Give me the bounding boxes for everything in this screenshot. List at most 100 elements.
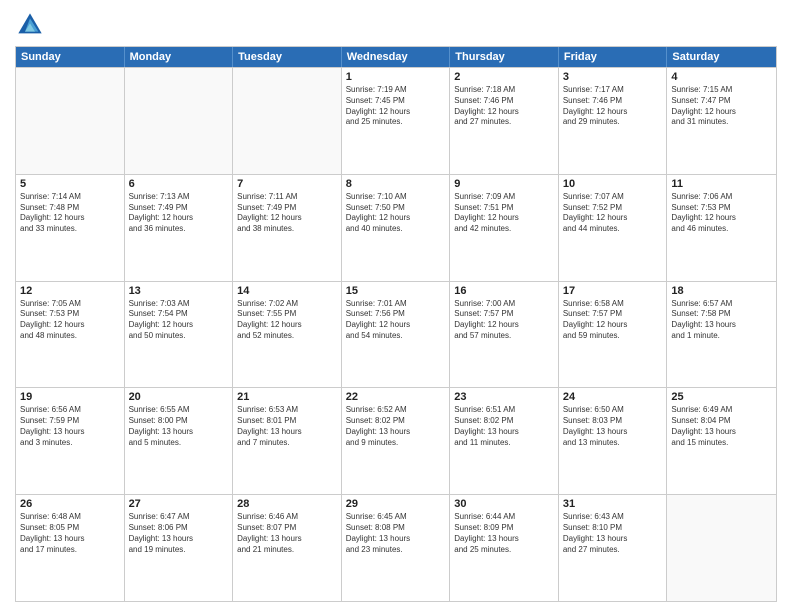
day-number: 19 <box>20 391 120 403</box>
cell-info: Sunrise: 6:51 AM Sunset: 8:02 PM Dayligh… <box>454 405 554 448</box>
day-cell-24: 24 Sunrise: 6:50 AM Sunset: 8:03 PM Dayli… <box>559 388 668 494</box>
day-number: 30 <box>454 498 554 510</box>
weekday-header-friday: Friday <box>559 47 668 67</box>
day-number: 22 <box>346 391 446 403</box>
day-cell-11: 11Sunrise: 7:06 AM Sunset: 7:53 PM Dayli… <box>667 175 776 281</box>
day-number: 23 <box>454 391 554 403</box>
day-cell-28: 28Sunrise: 6:46 AM Sunset: 8:07 PM Dayli… <box>233 495 342 601</box>
day-number: 15 <box>346 285 446 297</box>
day-cell-9: 9Sunrise: 7:09 AM Sunset: 7:51 PM Daylig… <box>450 175 559 281</box>
day-cell-12: 12 Sunrise: 7:05 AM Sunset: 7:53 PM Dayli… <box>16 282 125 388</box>
day-cell-5: 5 Sunrise: 7:14 AM Sunset: 7:48 PM Daylig… <box>16 175 125 281</box>
week-row-1: 1 Sunrise: 7:19 AM Sunset: 7:45 PM Daylig… <box>16 67 776 174</box>
day-number: 31 <box>563 498 663 510</box>
day-cell-29: 29 Sunrise: 6:45 AM Sunset: 8:08 PM Dayli… <box>342 495 451 601</box>
cell-info: Sunrise: 6:57 AM Sunset: 7:58 PM Dayligh… <box>671 299 772 342</box>
cell-info: Sunrise: 6:52 AM Sunset: 8:02 PM Dayligh… <box>346 405 446 448</box>
weekday-header-sunday: Sunday <box>16 47 125 67</box>
week-row-4: 19 Sunrise: 6:56 AM Sunset: 7:59 PM Dayli… <box>16 387 776 494</box>
day-number: 5 <box>20 178 120 190</box>
day-number: 17 <box>563 285 663 297</box>
cell-info: Sunrise: 6:55 AM Sunset: 8:00 PM Dayligh… <box>129 405 229 448</box>
cell-info: Sunrise: 7:03 AM Sunset: 7:54 PM Dayligh… <box>129 299 229 342</box>
day-number: 28 <box>237 498 337 510</box>
cell-info: Sunrise: 7:13 AM Sunset: 7:49 PM Dayligh… <box>129 192 229 235</box>
day-cell-16: 16 Sunrise: 7:00 AM Sunset: 7:57 PM Dayli… <box>450 282 559 388</box>
cell-info: Sunrise: 7:18 AM Sunset: 7:46 PM Dayligh… <box>454 85 554 128</box>
day-cell-21: 21Sunrise: 6:53 AM Sunset: 8:01 PM Dayli… <box>233 388 342 494</box>
weekday-header-thursday: Thursday <box>450 47 559 67</box>
cell-info: Sunrise: 6:56 AM Sunset: 7:59 PM Dayligh… <box>20 405 120 448</box>
day-cell-17: 17 Sunrise: 6:58 AM Sunset: 7:57 PM Dayli… <box>559 282 668 388</box>
cell-info: Sunrise: 6:49 AM Sunset: 8:04 PM Dayligh… <box>671 405 772 448</box>
cell-info: Sunrise: 6:44 AM Sunset: 8:09 PM Dayligh… <box>454 512 554 555</box>
day-number: 4 <box>671 71 772 83</box>
day-number: 16 <box>454 285 554 297</box>
day-number: 12 <box>20 285 120 297</box>
day-number: 9 <box>454 178 554 190</box>
day-number: 7 <box>237 178 337 190</box>
cell-info: Sunrise: 6:47 AM Sunset: 8:06 PM Dayligh… <box>129 512 229 555</box>
day-cell-20: 20Sunrise: 6:55 AM Sunset: 8:00 PM Dayli… <box>125 388 234 494</box>
day-number: 18 <box>671 285 772 297</box>
cell-info: Sunrise: 6:53 AM Sunset: 8:01 PM Dayligh… <box>237 405 337 448</box>
day-number: 14 <box>237 285 337 297</box>
day-number: 8 <box>346 178 446 190</box>
day-cell-14: 14 Sunrise: 7:02 AM Sunset: 7:55 PM Dayli… <box>233 282 342 388</box>
cell-info: Sunrise: 7:00 AM Sunset: 7:57 PM Dayligh… <box>454 299 554 342</box>
day-cell-15: 15 Sunrise: 7:01 AM Sunset: 7:56 PM Dayli… <box>342 282 451 388</box>
day-cell-23: 23 Sunrise: 6:51 AM Sunset: 8:02 PM Dayli… <box>450 388 559 494</box>
empty-cell <box>125 68 234 174</box>
cell-info: Sunrise: 7:15 AM Sunset: 7:47 PM Dayligh… <box>671 85 772 128</box>
day-cell-19: 19 Sunrise: 6:56 AM Sunset: 7:59 PM Dayli… <box>16 388 125 494</box>
day-cell-30: 30 Sunrise: 6:44 AM Sunset: 8:09 PM Dayli… <box>450 495 559 601</box>
header <box>15 10 777 40</box>
cell-info: Sunrise: 7:11 AM Sunset: 7:49 PM Dayligh… <box>237 192 337 235</box>
day-cell-22: 22 Sunrise: 6:52 AM Sunset: 8:02 PM Dayli… <box>342 388 451 494</box>
cell-info: Sunrise: 7:07 AM Sunset: 7:52 PM Dayligh… <box>563 192 663 235</box>
day-number: 24 <box>563 391 663 403</box>
week-row-2: 5 Sunrise: 7:14 AM Sunset: 7:48 PM Daylig… <box>16 174 776 281</box>
day-cell-1: 1 Sunrise: 7:19 AM Sunset: 7:45 PM Daylig… <box>342 68 451 174</box>
day-number: 1 <box>346 71 446 83</box>
day-number: 6 <box>129 178 229 190</box>
cell-info: Sunrise: 7:05 AM Sunset: 7:53 PM Dayligh… <box>20 299 120 342</box>
cell-info: Sunrise: 6:58 AM Sunset: 7:57 PM Dayligh… <box>563 299 663 342</box>
day-cell-6: 6 Sunrise: 7:13 AM Sunset: 7:49 PM Daylig… <box>125 175 234 281</box>
cell-info: Sunrise: 7:06 AM Sunset: 7:53 PM Dayligh… <box>671 192 772 235</box>
day-cell-8: 8 Sunrise: 7:10 AM Sunset: 7:50 PM Daylig… <box>342 175 451 281</box>
week-row-5: 26 Sunrise: 6:48 AM Sunset: 8:05 PM Dayli… <box>16 494 776 601</box>
day-cell-7: 7 Sunrise: 7:11 AM Sunset: 7:49 PM Daylig… <box>233 175 342 281</box>
logo-icon <box>15 10 45 40</box>
empty-cell <box>233 68 342 174</box>
cell-info: Sunrise: 7:02 AM Sunset: 7:55 PM Dayligh… <box>237 299 337 342</box>
day-cell-2: 2 Sunrise: 7:18 AM Sunset: 7:46 PM Daylig… <box>450 68 559 174</box>
calendar-body: 1 Sunrise: 7:19 AM Sunset: 7:45 PM Daylig… <box>16 67 776 601</box>
day-number: 29 <box>346 498 446 510</box>
calendar-header: SundayMondayTuesdayWednesdayThursdayFrid… <box>16 47 776 67</box>
empty-cell <box>16 68 125 174</box>
day-cell-10: 10Sunrise: 7:07 AM Sunset: 7:52 PM Dayli… <box>559 175 668 281</box>
empty-cell <box>667 495 776 601</box>
cell-info: Sunrise: 6:45 AM Sunset: 8:08 PM Dayligh… <box>346 512 446 555</box>
cell-info: Sunrise: 6:50 AM Sunset: 8:03 PM Dayligh… <box>563 405 663 448</box>
day-number: 27 <box>129 498 229 510</box>
cell-info: Sunrise: 7:14 AM Sunset: 7:48 PM Dayligh… <box>20 192 120 235</box>
day-number: 2 <box>454 71 554 83</box>
day-number: 26 <box>20 498 120 510</box>
day-number: 13 <box>129 285 229 297</box>
day-cell-31: 31Sunrise: 6:43 AM Sunset: 8:10 PM Dayli… <box>559 495 668 601</box>
day-cell-18: 18 Sunrise: 6:57 AM Sunset: 7:58 PM Dayli… <box>667 282 776 388</box>
cell-info: Sunrise: 7:01 AM Sunset: 7:56 PM Dayligh… <box>346 299 446 342</box>
logo <box>15 10 49 40</box>
day-cell-27: 27 Sunrise: 6:47 AM Sunset: 8:06 PM Dayli… <box>125 495 234 601</box>
cell-info: Sunrise: 7:19 AM Sunset: 7:45 PM Dayligh… <box>346 85 446 128</box>
cell-info: Sunrise: 7:17 AM Sunset: 7:46 PM Dayligh… <box>563 85 663 128</box>
cell-info: Sunrise: 6:48 AM Sunset: 8:05 PM Dayligh… <box>20 512 120 555</box>
day-cell-4: 4 Sunrise: 7:15 AM Sunset: 7:47 PM Daylig… <box>667 68 776 174</box>
day-cell-25: 25Sunrise: 6:49 AM Sunset: 8:04 PM Dayli… <box>667 388 776 494</box>
day-cell-26: 26 Sunrise: 6:48 AM Sunset: 8:05 PM Dayli… <box>16 495 125 601</box>
cell-info: Sunrise: 7:10 AM Sunset: 7:50 PM Dayligh… <box>346 192 446 235</box>
calendar: SundayMondayTuesdayWednesdayThursdayFrid… <box>15 46 777 602</box>
weekday-header-wednesday: Wednesday <box>342 47 451 67</box>
